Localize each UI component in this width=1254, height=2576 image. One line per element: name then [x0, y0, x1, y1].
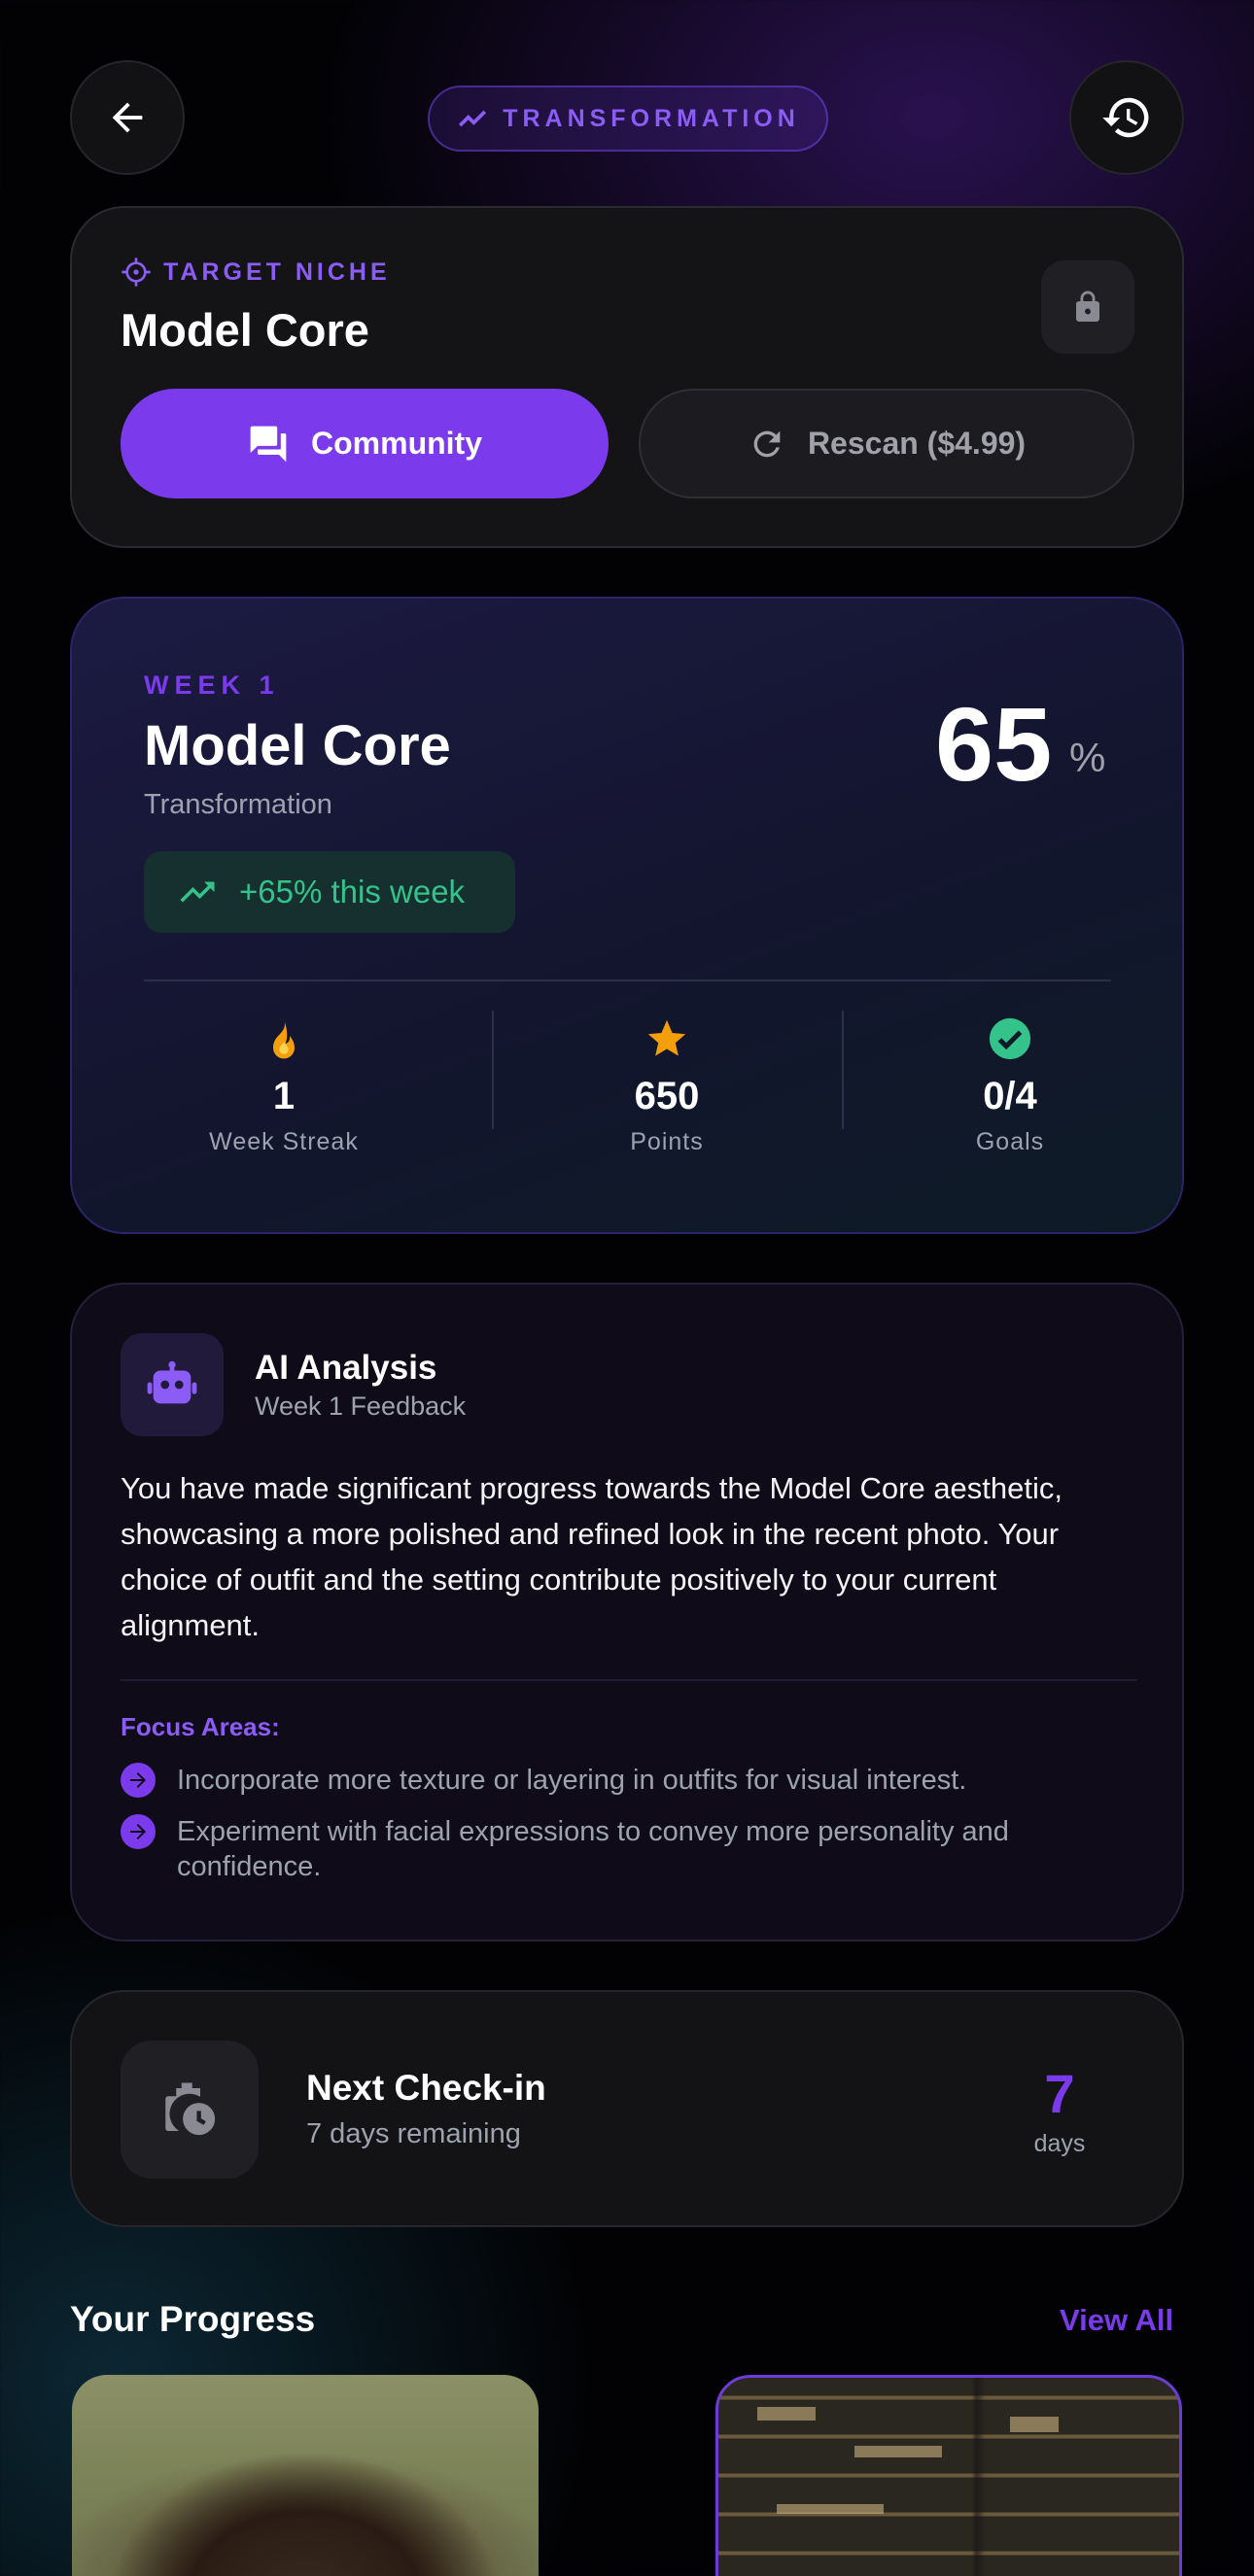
history-button[interactable]	[1069, 60, 1184, 175]
stat-points: 650 Points	[521, 1011, 813, 1156]
weekly-trend-badge: +65% this week	[144, 851, 515, 933]
community-button[interactable]: Community	[121, 389, 609, 498]
crosshair-icon	[122, 258, 151, 287]
stat-label: Goals	[975, 1128, 1045, 1155]
focus-item: Incorporate more texture or layering in …	[121, 1763, 1151, 1798]
ai-divider	[121, 1679, 1137, 1681]
photo-detail	[854, 2446, 942, 2457]
days-remaining-label: days	[1033, 2130, 1086, 2157]
ai-analysis-body: You have made significant progress towar…	[121, 1471, 1063, 1642]
checkin-subtitle: 7 days remaining	[306, 2118, 521, 2149]
badge-label: TRANSFORMATION	[503, 104, 800, 132]
trending-line-icon	[459, 110, 487, 127]
arrow-right-icon	[121, 1763, 156, 1798]
target-niche-label: TARGET NICHE	[121, 257, 391, 288]
lock-icon	[1076, 291, 1099, 322]
photo-detail	[1010, 2417, 1059, 2432]
niche-title: Model Core	[121, 304, 369, 356]
arrow-left-icon	[112, 102, 143, 133]
history-icon	[1102, 97, 1149, 138]
trending-up-icon	[180, 881, 215, 903]
stat-label: Points	[630, 1128, 704, 1155]
stat-separator	[842, 1011, 844, 1129]
stat-value: 1	[272, 1075, 296, 1117]
transformation-badge: TRANSFORMATION	[428, 86, 828, 152]
focus-areas-label: Focus Areas:	[121, 1712, 280, 1741]
lock-button[interactable]	[1041, 260, 1134, 354]
robot-icon	[147, 1360, 197, 1404]
week-label: WEEK 1	[144, 670, 280, 700]
ai-avatar	[121, 1333, 224, 1436]
days-remaining-value: 7	[1044, 2063, 1075, 2124]
stat-value: 650	[634, 1075, 700, 1117]
stat-value: 0/4	[983, 1075, 1037, 1117]
refresh-icon	[753, 430, 781, 457]
photo-detail	[777, 2504, 884, 2514]
focus-item: Experiment with facial expressions to co…	[121, 1814, 1151, 1884]
ai-analysis-title: AI Analysis	[255, 1349, 437, 1387]
percent-sign: %	[1069, 735, 1106, 780]
chat-icon	[250, 426, 287, 462]
arrow-right-icon	[121, 1814, 156, 1849]
check-circle-icon	[989, 1017, 1031, 1060]
stat-goals: 0/4 Goals	[864, 1011, 1156, 1156]
progress-photo[interactable]	[715, 2375, 1182, 2576]
rescan-button[interactable]: Rescan ($4.99)	[639, 389, 1134, 498]
checkin-title: Next Check-in	[306, 2068, 546, 2108]
week-subtitle: Transformation	[144, 789, 332, 820]
stat-separator	[492, 1011, 494, 1129]
progress-section-title: Your Progress	[70, 2299, 316, 2339]
stat-label: Week Streak	[209, 1128, 359, 1155]
stats-divider	[144, 979, 1111, 981]
view-all-link[interactable]: View All	[1060, 2303, 1173, 2338]
star-icon	[647, 1019, 686, 1056]
timer-bag-icon	[165, 2082, 216, 2136]
stat-week-streak: 1 Week Streak	[138, 1011, 430, 1156]
fire-icon	[273, 1018, 295, 1059]
photo-detail	[757, 2407, 816, 2421]
week-title: Model Core	[144, 714, 451, 777]
checkin-icon-box	[121, 2041, 259, 2179]
back-button[interactable]	[70, 60, 185, 175]
progress-percent: 65	[935, 685, 1053, 803]
progress-photo[interactable]	[72, 2375, 539, 2576]
ai-analysis-subtitle: Week 1 Feedback	[255, 1391, 467, 1421]
